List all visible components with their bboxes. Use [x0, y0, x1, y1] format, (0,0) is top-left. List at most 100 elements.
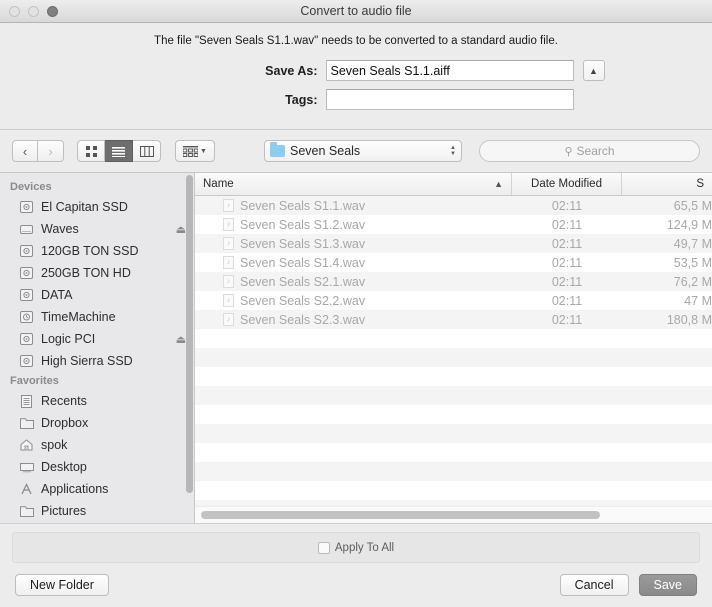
empty-row: [195, 424, 712, 443]
hard-disk-icon: [18, 245, 35, 257]
sidebar-item-recents[interactable]: Recents: [0, 390, 194, 412]
audio-file-icon: ♪: [223, 218, 234, 231]
file-list-header: Name ▲ Date Modified S: [195, 173, 712, 196]
file-name-label: Seven Seals S1.1.wav: [240, 198, 366, 213]
tags-input[interactable]: [325, 89, 574, 110]
titlebar: Convert to audio file: [0, 0, 712, 23]
arrange-by-icon: [183, 145, 199, 157]
file-date-cell: 02:11: [551, 312, 583, 327]
eject-icon[interactable]: ⏏: [176, 333, 186, 346]
dialog-footer: Apply To All New Folder Cancel Save: [0, 523, 712, 607]
empty-row: [195, 500, 712, 506]
column-view-button[interactable]: [133, 140, 161, 162]
forward-button[interactable]: ›: [38, 140, 64, 162]
horizontal-scrollbar-thumb[interactable]: [201, 511, 600, 519]
close-button[interactable]: [9, 6, 20, 17]
empty-row: [195, 367, 712, 386]
table-row[interactable]: ♪ Seven Seals S2.1.wav 02:11 76,2 M: [195, 272, 712, 291]
file-size-cell: 76,2 M: [673, 274, 712, 289]
folder-icon: [270, 142, 285, 157]
table-row[interactable]: ♪ Seven Seals S2.2.wav 02:11 47 M: [195, 291, 712, 310]
navigation-buttons: ‹ ›: [12, 140, 64, 162]
horizontal-scrollbar[interactable]: [195, 506, 712, 523]
empty-row: [195, 443, 712, 462]
table-row[interactable]: ♪ Seven Seals S1.2.wav 02:11 124,9 M: [195, 215, 712, 234]
sidebar-item-high-sierra-ssd[interactable]: High Sierra SSD: [0, 350, 194, 372]
search-field[interactable]: ⚲ Search: [479, 140, 700, 162]
apply-to-all-checkbox[interactable]: [317, 541, 330, 554]
sidebar-item-applications[interactable]: Applications: [0, 478, 194, 500]
sidebar-item-label: Dropbox: [41, 416, 89, 430]
file-name-label: Seven Seals S1.3.wav: [240, 236, 366, 251]
sidebar-item-label: spok: [41, 438, 68, 452]
cancel-button[interactable]: Cancel: [559, 574, 629, 596]
sidebar-item-dropbox[interactable]: Dropbox: [0, 412, 194, 434]
save-as-label: Save As:: [265, 63, 318, 78]
file-date-cell: 02:11: [551, 198, 583, 213]
save-button[interactable]: Save: [638, 574, 697, 596]
column-header-date-modified[interactable]: Date Modified: [512, 173, 622, 195]
column-header-name[interactable]: Name ▲: [195, 173, 512, 195]
column-header-name-label: Name: [203, 178, 234, 190]
desktop-icon: [18, 462, 35, 473]
table-row[interactable]: ♪ Seven Seals S1.3.wav 02:11 49,7 M: [195, 234, 712, 253]
sidebar-item-timemachine[interactable]: TimeMachine: [0, 306, 194, 328]
file-size-cell: 47 M: [684, 293, 712, 308]
empty-row: [195, 348, 712, 367]
chevron-up-icon: ▲: [494, 179, 503, 189]
file-name-label: Seven Seals S1.4.wav: [240, 255, 366, 270]
save-as-row: Save As: ▲: [0, 60, 712, 81]
sidebar-item-250gb-ton-hd[interactable]: 250GB TON HD: [0, 262, 194, 284]
sidebar-item-label: High Sierra SSD: [41, 354, 133, 368]
sidebar-item-el-capitan-ssd[interactable]: El Capitan SSD: [0, 196, 194, 218]
disclosure-toggle-button[interactable]: ▲: [582, 60, 605, 81]
path-label: Seven Seals: [290, 144, 361, 158]
hard-disk-icon: [18, 267, 35, 279]
file-size-cell: 53,5 M: [673, 255, 712, 270]
external-disk-icon: [18, 223, 35, 235]
file-name-cell: ♪ Seven Seals S2.3.wav: [195, 313, 512, 327]
icon-view-button[interactable]: [77, 140, 105, 162]
column-header-size[interactable]: S: [622, 173, 712, 195]
audio-file-icon: ♪: [223, 294, 234, 307]
browser-toolbar: ‹ › ▼ Seven Seals ▲ ▼ ⚲ Search: [0, 130, 712, 173]
list-view-button[interactable]: [105, 140, 133, 162]
audio-file-icon: ♪: [223, 275, 234, 288]
sidebar-item-pictures[interactable]: Pictures: [0, 500, 194, 522]
tags-row: Tags:: [0, 89, 712, 110]
new-folder-button[interactable]: New Folder: [15, 574, 109, 596]
sidebar-item-label: Waves: [41, 222, 79, 236]
file-name-cell: ♪ Seven Seals S1.3.wav: [195, 237, 512, 251]
empty-row: [195, 386, 712, 405]
file-size-cell: 180,8 M: [666, 312, 712, 327]
zoom-button[interactable]: [47, 6, 58, 17]
sidebar-item-spok[interactable]: spok: [0, 434, 194, 456]
sidebar-item-waves[interactable]: Waves ⏏: [0, 218, 194, 240]
sidebar-scrollbar[interactable]: [186, 175, 193, 493]
sidebar-item-label: Recents: [41, 394, 87, 408]
table-row[interactable]: ♪ Seven Seals S2.3.wav 02:11 180,8 M: [195, 310, 712, 329]
eject-icon[interactable]: ⏏: [176, 223, 186, 236]
sidebar-item-logic-pci[interactable]: Logic PCI ⏏: [0, 328, 194, 350]
path-popup-button[interactable]: Seven Seals ▲ ▼: [264, 140, 462, 162]
sidebar-item-desktop[interactable]: Desktop: [0, 456, 194, 478]
folder-icon: [18, 505, 35, 517]
home-icon: [18, 439, 35, 451]
back-button[interactable]: ‹: [12, 140, 38, 162]
accessory-panel: The file "Seven Seals S1.1.wav" needs to…: [0, 23, 712, 130]
arrange-by-button[interactable]: ▼: [175, 140, 215, 162]
sidebar-item-data[interactable]: DATA: [0, 284, 194, 306]
applications-icon: [18, 483, 35, 495]
empty-row: [195, 405, 712, 424]
sidebar-item-120gb-ton-ssd[interactable]: 120GB TON SSD: [0, 240, 194, 262]
table-row[interactable]: ♪ Seven Seals S1.4.wav 02:11 53,5 M: [195, 253, 712, 272]
file-name-cell: ♪ Seven Seals S1.4.wav: [195, 256, 512, 270]
folder-icon: [18, 417, 35, 429]
file-date-cell: 02:11: [551, 255, 583, 270]
hard-disk-icon: [18, 201, 35, 213]
minimize-button[interactable]: [28, 6, 39, 17]
file-size-cell: 124,9 M: [666, 217, 712, 232]
table-row[interactable]: ♪ Seven Seals S1.1.wav 02:11 65,5 M: [195, 196, 712, 215]
sidebar-item-label: TimeMachine: [41, 310, 116, 324]
save-as-input[interactable]: [325, 60, 574, 81]
